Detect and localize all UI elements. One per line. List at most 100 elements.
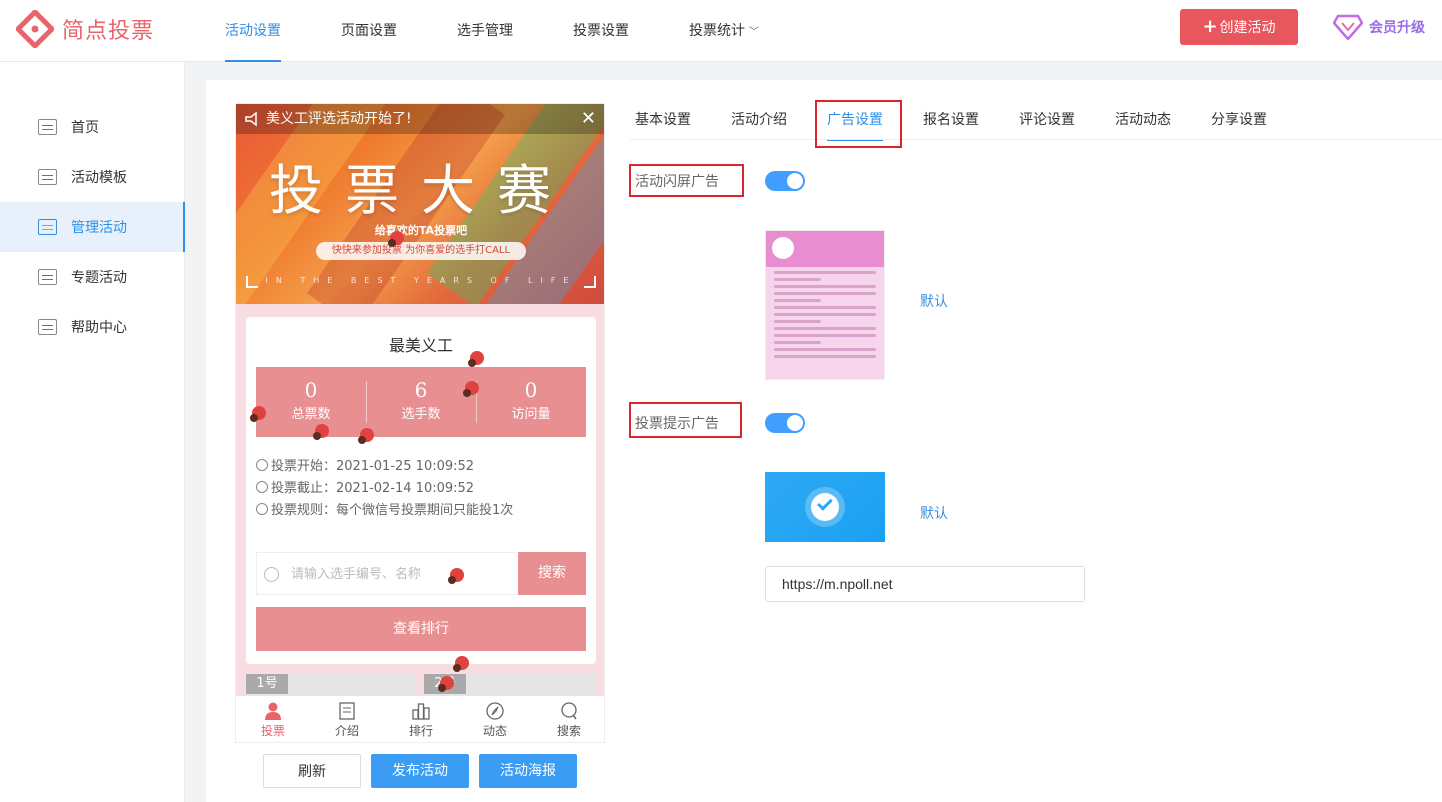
chevron-down-icon: ﹀: [749, 27, 759, 38]
sidebar: 首页 活动模板 管理活动 专题活动 帮助中心: [0, 62, 185, 802]
tab-search[interactable]: 搜索: [532, 696, 604, 742]
megaphone-icon: [245, 111, 257, 127]
ad-image-line: [774, 348, 876, 351]
flower-decoration: [468, 351, 484, 367]
sidebar-item-help[interactable]: 帮助中心: [0, 302, 185, 352]
topnav-vote-settings[interactable]: 投票设置: [573, 0, 629, 62]
stat-value: 6: [414, 378, 428, 402]
search-icon: [264, 567, 279, 582]
ad-image-line: [774, 334, 876, 337]
highlight-box: [629, 402, 742, 438]
app-logo[interactable]: 简点投票: [16, 10, 154, 48]
sidebar-item-manage[interactable]: 管理活动: [0, 202, 185, 252]
tab-vote[interactable]: 投票: [236, 696, 310, 742]
refresh-button[interactable]: 刷新: [263, 754, 361, 788]
vote-tip-ad-default-link[interactable]: 默认: [920, 503, 948, 523]
ad-image-line: [774, 278, 822, 281]
tab-intro[interactable]: 介绍: [310, 696, 384, 742]
banner-pill: 快快来参加投票 为你喜爱的选手打CALL: [316, 242, 526, 260]
view-ranking-button[interactable]: 查看排行: [256, 607, 586, 651]
stat-visits: 0 访问量: [476, 367, 586, 437]
plus-icon: +: [1202, 16, 1218, 37]
topnav-page-settings[interactable]: 页面设置: [341, 0, 397, 62]
tab-basic-settings[interactable]: 基本设置: [635, 100, 691, 140]
tab-activity-intro[interactable]: 活动介绍: [731, 100, 787, 140]
sidebar-item-label: 首页: [71, 120, 99, 136]
clock-icon: [256, 459, 268, 471]
ad-image-line: [774, 355, 876, 358]
splash-ad-default-link[interactable]: 默认: [920, 291, 948, 311]
banner-title: 投票大赛: [269, 159, 573, 222]
ad-image-line: [774, 299, 822, 302]
tab-label: 搜索: [556, 724, 581, 738]
search-placeholder: 请输入选手编号、名称: [291, 567, 422, 582]
logo-icon: [16, 10, 54, 48]
highlight-box: [629, 164, 744, 197]
tab-news[interactable]: 动态: [458, 696, 532, 742]
search-icon: [561, 702, 577, 720]
logo-text: 简点投票: [62, 19, 155, 44]
flower-decoration: [250, 406, 266, 422]
corner-mark: [584, 276, 596, 288]
splash-ad-toggle[interactable]: [765, 171, 805, 191]
sidebar-item-label: 专题活动: [71, 270, 127, 286]
top-nav: 活动设置 页面设置 选手管理 投票设置 投票统计 ﹀: [225, 0, 819, 62]
player-search: 请输入选手编号、名称 搜索: [256, 552, 586, 595]
stat-value: 0: [524, 378, 538, 402]
notice-text: 美义工评选活动开始了!: [266, 111, 412, 127]
player-search-button[interactable]: 搜索: [518, 552, 586, 595]
tab-label: 排行: [408, 724, 433, 738]
person-icon: [265, 702, 281, 720]
tab-rank[interactable]: 排行: [384, 696, 458, 742]
tabs-divider: [630, 139, 1442, 140]
ad-image-line: [774, 313, 876, 316]
topnav-player-management[interactable]: 选手管理: [457, 0, 513, 62]
sidebar-item-home[interactable]: 首页: [0, 102, 185, 152]
flower-decoration: [448, 568, 464, 584]
vote-rule-info: 投票规则：每个微信号投票期间只能投1次: [256, 499, 513, 518]
tab-activity-feed[interactable]: 活动动态: [1115, 100, 1171, 140]
vip-upgrade-label: 会员升级: [1369, 20, 1425, 36]
notice-bar: 美义工评选活动开始了! ✕: [236, 104, 604, 134]
splash-ad-image[interactable]: [765, 230, 885, 380]
tab-comment-settings[interactable]: 评论设置: [1019, 100, 1075, 140]
tab-share-settings[interactable]: 分享设置: [1211, 100, 1267, 140]
activity-card: 最美义工 0 总票数 6 选手数 0 访问量 投票开始：2021-01-25 10:0…: [246, 317, 596, 664]
vote-tip-ad-toggle[interactable]: [765, 413, 805, 433]
create-activity-label: 创建活动: [1219, 20, 1276, 36]
banner-footer: IN THE BEST YEARS OF LIFE: [265, 276, 577, 285]
sidebar-item-topics[interactable]: 专题活动: [0, 252, 185, 302]
ad-image-line: [774, 292, 876, 295]
stat-value: 0: [304, 378, 318, 402]
publish-activity-button[interactable]: 发布活动: [371, 754, 469, 788]
tab-label: 投票: [260, 724, 285, 738]
sidebar-item-templates[interactable]: 活动模板: [0, 152, 185, 202]
home-card-icon: [38, 119, 57, 135]
vote-tip-ad-url-input[interactable]: https://m.npoll.net: [765, 566, 1085, 602]
topic-icon: [38, 269, 57, 285]
topnav-vote-stats[interactable]: 投票统计 ﹀: [689, 0, 759, 62]
close-icon[interactable]: ✕: [581, 104, 596, 134]
corner-mark: [246, 276, 258, 288]
vote-start-info: 投票开始：2021-01-25 10:09:52: [256, 455, 474, 474]
activity-poster-button[interactable]: 活动海报: [479, 754, 577, 788]
compass-icon: [486, 702, 504, 720]
vote-tip-ad-image[interactable]: [765, 472, 885, 542]
document-icon: [339, 702, 355, 720]
tab-signup-settings[interactable]: 报名设置: [923, 100, 979, 140]
ad-image-line: [774, 306, 876, 309]
ad-image-header: [766, 231, 884, 267]
template-icon: [38, 169, 57, 185]
topnav-activity-settings[interactable]: 活动设置: [225, 0, 281, 62]
create-activity-button[interactable]: + 创建活动: [1180, 9, 1298, 45]
vote-start-text: 投票开始：2021-01-25 10:09:52: [271, 459, 475, 474]
flower-decoration: [453, 656, 469, 672]
stat-label: 总票数: [291, 407, 331, 422]
topnav-vote-stats-label: 投票统计: [689, 23, 745, 39]
vip-upgrade-link[interactable]: 会员升级: [1333, 14, 1425, 40]
stat-label: 访问量: [511, 407, 551, 422]
player-search-input[interactable]: 请输入选手编号、名称: [256, 552, 518, 595]
diamond-icon: [1333, 14, 1363, 40]
player-number-tag: 1号: [246, 674, 288, 694]
mobile-preview: 投票大赛 给喜欢的TA投票吧 快快来参加投票 为你喜爱的选手打CALL IN T…: [235, 103, 605, 743]
